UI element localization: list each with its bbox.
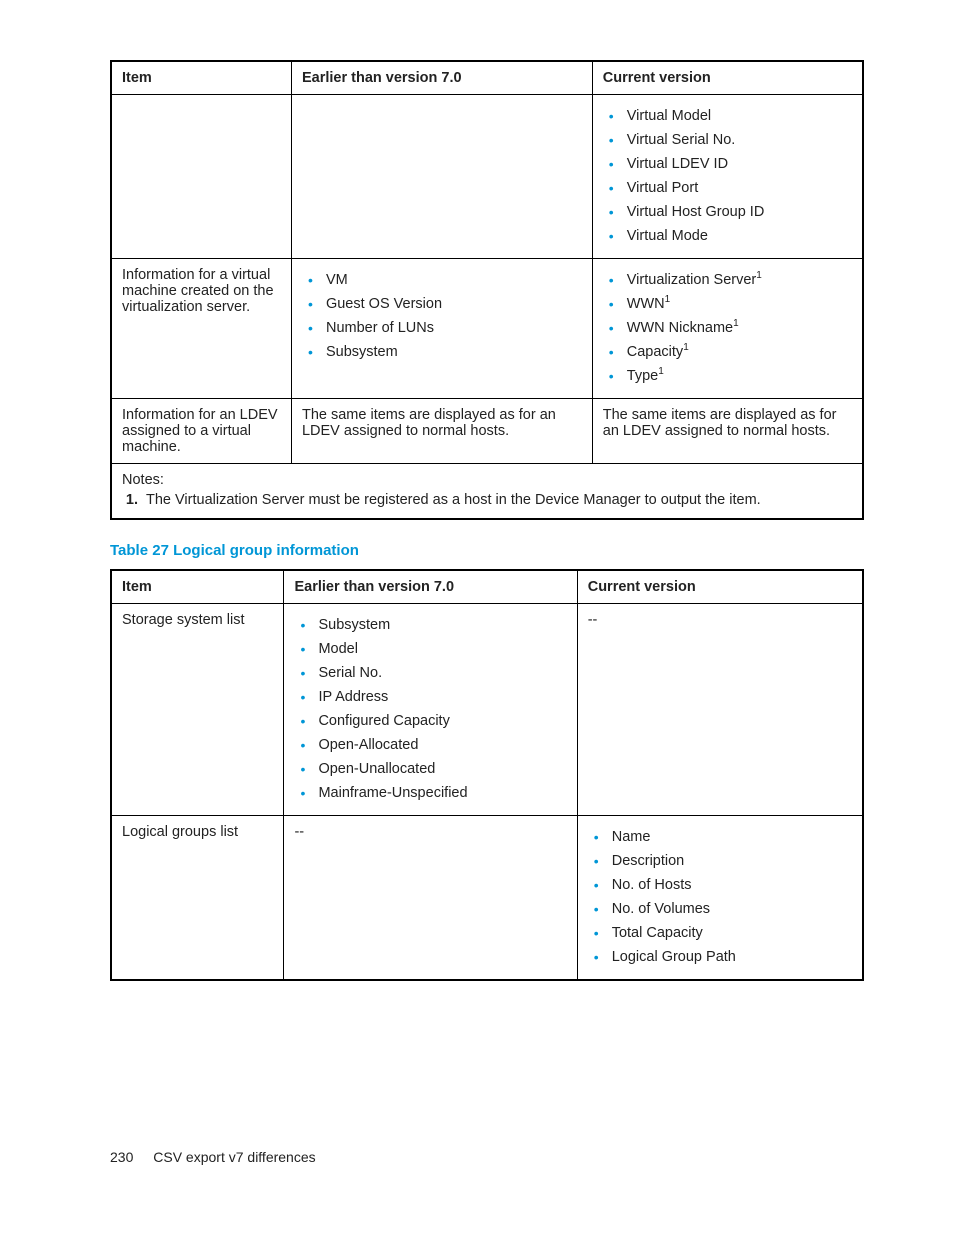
list-item: Virtualization Server1 [609, 270, 852, 291]
list-item: VM [308, 270, 582, 291]
list-item: Guest OS Version [308, 294, 582, 315]
list-item: Virtual LDEV ID [609, 154, 852, 175]
list-item: Name [594, 827, 852, 848]
table-caption: Table 27 Logical group information [110, 542, 864, 559]
cell-earlier: -- [284, 816, 577, 981]
list-item: Virtual Port [609, 178, 852, 199]
cell-item: Storage system list [111, 604, 284, 816]
footnote-ref: 1 [665, 294, 671, 305]
bullet-list: Virtualization Server1 WWN1 WWN Nickname1 C… [603, 270, 852, 387]
cell-item: Information for an LDEV assigned to a vi… [111, 399, 291, 464]
footnote-ref: 1 [683, 342, 689, 353]
bullet-list: Name Description No. of Hosts No. of Volume… [588, 827, 852, 968]
col-header-earlier: Earlier than version 7.0 [284, 570, 577, 604]
cell-earlier: Subsystem Model Serial No. IP Address Config… [284, 604, 577, 816]
list-item: Virtual Serial No. [609, 130, 852, 151]
list-item: Mainframe-Unspecified [300, 783, 566, 804]
notes-list: The Virtualization Server must be regist… [122, 492, 852, 508]
list-item: Configured Capacity [300, 711, 566, 732]
list-item: Virtual Model [609, 106, 852, 127]
list-item: WWN1 [609, 294, 852, 315]
list-item: WWN Nickname1 [609, 318, 852, 339]
list-item: IP Address [300, 687, 566, 708]
cell-current: The same items are displayed as for an L… [592, 399, 863, 464]
list-item: Serial No. [300, 663, 566, 684]
list-item: Capacity1 [609, 342, 852, 363]
footer-title: CSV export v7 differences [153, 1149, 315, 1165]
col-header-earlier: Earlier than version 7.0 [291, 61, 592, 95]
table-logical-group-info: Item Earlier than version 7.0 Current ve… [110, 569, 864, 981]
bullet-list: VM Guest OS Version Number of LUNs Subsyste… [302, 270, 582, 363]
footnote-ref: 1 [756, 270, 762, 281]
table-row: Item Earlier than version 7.0 Current ve… [111, 61, 863, 95]
list-item: Subsystem [300, 615, 566, 636]
cell-item: Logical groups list [111, 816, 284, 981]
cell-current: -- [577, 604, 863, 816]
table-row: Information for an LDEV assigned to a vi… [111, 399, 863, 464]
cell-current: Virtual Model Virtual Serial No. Virtual L… [592, 95, 863, 259]
notes-label: Notes: [122, 472, 164, 488]
table-row: Virtual Model Virtual Serial No. Virtual L… [111, 95, 863, 259]
cell-item [111, 95, 291, 259]
cell-earlier: VM Guest OS Version Number of LUNs Subsyste… [291, 259, 592, 399]
cell-earlier [291, 95, 592, 259]
list-item: No. of Volumes [594, 899, 852, 920]
note-item: The Virtualization Server must be regist… [142, 492, 852, 508]
list-item: Type1 [609, 366, 852, 387]
cell-current: Virtualization Server1 WWN1 WWN Nickname1 C… [592, 259, 863, 399]
cell-earlier: The same items are displayed as for an L… [291, 399, 592, 464]
page-number: 230 [110, 1149, 133, 1165]
list-item: Open-Allocated [300, 735, 566, 756]
table-notes-row: Notes: The Virtualization Server must be… [111, 464, 863, 520]
table-row: Logical groups list -- Name Description No… [111, 816, 863, 981]
footnote-ref: 1 [733, 318, 739, 329]
col-header-current: Current version [592, 61, 863, 95]
cell-item: Information for a virtual machine create… [111, 259, 291, 399]
table-virtual-info: Item Earlier than version 7.0 Current ve… [110, 60, 864, 520]
list-item: Open-Unallocated [300, 759, 566, 780]
table-row: Item Earlier than version 7.0 Current ve… [111, 570, 863, 604]
footnote-ref: 1 [658, 366, 664, 377]
list-item: Total Capacity [594, 923, 852, 944]
page-footer: 230 CSV export v7 differences [110, 1149, 316, 1165]
col-header-current: Current version [577, 570, 863, 604]
list-item: Description [594, 851, 852, 872]
list-item: Subsystem [308, 342, 582, 363]
list-item: Logical Group Path [594, 947, 852, 968]
bullet-list: Virtual Model Virtual Serial No. Virtual L… [603, 106, 852, 247]
list-item: No. of Hosts [594, 875, 852, 896]
notes-cell: Notes: The Virtualization Server must be… [111, 464, 863, 520]
table-row: Information for a virtual machine create… [111, 259, 863, 399]
list-item: Model [300, 639, 566, 660]
list-item: Virtual Host Group ID [609, 202, 852, 223]
list-item: Number of LUNs [308, 318, 582, 339]
bullet-list: Subsystem Model Serial No. IP Address Config… [294, 615, 566, 804]
col-header-item: Item [111, 61, 291, 95]
list-item: Virtual Mode [609, 226, 852, 247]
col-header-item: Item [111, 570, 284, 604]
document-page: Item Earlier than version 7.0 Current ve… [0, 0, 954, 1235]
table-row: Storage system list Subsystem Model Serial… [111, 604, 863, 816]
cell-current: Name Description No. of Hosts No. of Volume… [577, 816, 863, 981]
